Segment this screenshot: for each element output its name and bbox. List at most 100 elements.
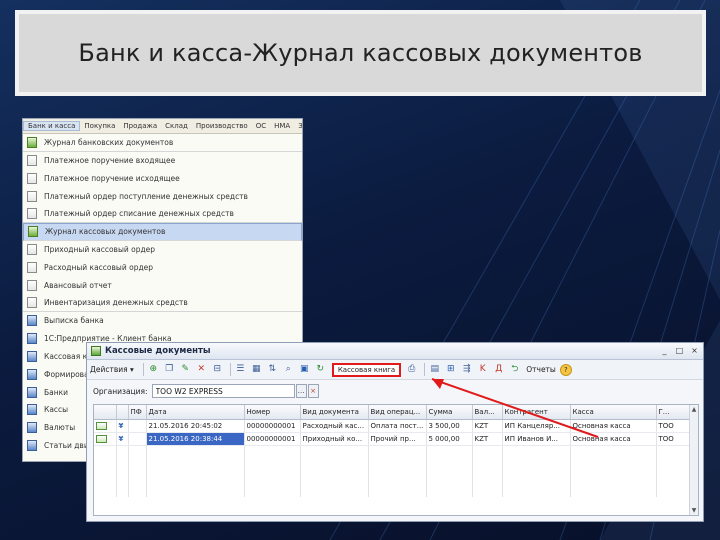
empty-cell [146,458,245,471]
menu-item[interactable]: Платежное поручение исходящее [23,170,302,188]
menubar-item[interactable]: Банк и касса [23,121,81,131]
movements-icon[interactable]: ⇶ [460,363,473,376]
help-icon[interactable]: ? [559,363,572,376]
column-header[interactable] [94,405,117,420]
menu-item-label: Расходный кассовый ордер [44,262,154,272]
column-header[interactable]: Дата [146,405,245,420]
menubar-item[interactable]: Продажа [119,122,161,130]
empty-cell [570,445,657,458]
organization-select-button[interactable]: … [295,384,307,398]
menubar-item[interactable]: НМА [270,122,294,130]
column-header[interactable]: Вид документа [300,405,369,420]
post-icon[interactable]: ⊟ [211,363,224,376]
toolbar-separator [229,363,231,376]
table-cell: Основная касса [570,432,657,446]
empty-cell [128,458,147,471]
scroll-down-icon[interactable]: ▼ [690,506,698,515]
add-icon[interactable]: ⊕ [147,363,160,376]
table-cell [128,432,147,446]
table-cell: 3 500,00 [426,419,473,433]
menu-item[interactable]: Платежный ордер списание денежных средст… [23,205,302,223]
column-header[interactable] [116,405,129,420]
column-header[interactable]: Вид операц... [368,405,427,420]
table-cell: KZT [472,432,503,446]
reports-icon[interactable]: ⮌ [508,363,521,376]
cash-documents-window: Кассовые документы _ □ × Действия ▾ ⊕ ❐ … [86,342,704,522]
maximize-button[interactable]: □ [673,346,686,357]
menubar-item[interactable]: Покупка [80,122,119,130]
copy-icon[interactable]: ❐ [163,363,176,376]
empty-cell [116,484,129,497]
edit-icon[interactable]: ✎ [179,363,192,376]
empty-cell [300,484,369,497]
table-cell: 21.05.2016 20:45:02 [146,419,245,433]
structure-subordination-icon[interactable]: ⊞ [444,363,457,376]
actions-menu-button[interactable]: Действия ▾ [90,365,134,374]
table-header-row: ПФ Дата Номер Вид документа Вид операц... Сум… [94,405,691,420]
minimize-button[interactable]: _ [658,346,671,357]
posted-document-icon [94,432,117,446]
menu-item[interactable]: Журнал кассовых документов [23,222,302,241]
scroll-up-icon[interactable]: ▲ [690,405,698,414]
journal-icon[interactable]: ▤ [428,363,441,376]
account-kt-icon[interactable]: K [476,363,489,376]
empty-cell [502,445,571,458]
empty-cell [244,484,301,497]
empty-cell [94,484,117,497]
empty-cell [128,484,147,497]
menu-item[interactable]: Авансовый отчет [23,276,302,294]
empty-row [94,458,691,471]
reports-button[interactable]: Отчеты [526,365,556,374]
table-cell: Оплата пост... [368,419,427,433]
list-icon[interactable]: ☰ [234,363,247,376]
menubar-item[interactable]: Склад [161,122,192,130]
table-cell: ТОО [656,432,691,446]
find-icon[interactable]: ⌕ [282,363,295,376]
column-header[interactable]: ПФ [128,405,147,420]
empty-cell [472,484,503,497]
column-header[interactable]: Касса [570,405,657,420]
menubar-item[interactable]: ОС [252,122,270,130]
print-icon[interactable]: ⎙ [405,363,418,376]
menubar-item[interactable]: Зарплата [294,122,302,130]
column-header[interactable]: Контрагент [502,405,571,420]
account-dt-icon[interactable]: Д [492,363,505,376]
close-button[interactable]: × [688,346,701,357]
menu-item-label: Журнал банковских документов [44,137,174,147]
menubar-item[interactable]: Производство [192,122,252,130]
menu-item[interactable]: Платежное поручение входящее [23,152,302,170]
form-icon [27,368,37,380]
menu-item[interactable]: Выписка банка [23,312,302,330]
menu-item-label: Выписка банка [44,316,104,326]
filter-icon[interactable]: ▦ [250,363,263,376]
refresh-icon[interactable]: ↻ [314,363,327,376]
sort-icon[interactable]: ⇅ [266,363,279,376]
table-cell: 00000000001 [244,432,301,446]
structure-icon[interactable]: ▣ [298,363,311,376]
menu-item[interactable]: Журнал банковских документов [23,134,302,152]
empty-cell [244,471,301,484]
menu-item[interactable]: Платежный ордер поступление денежных сре… [23,187,302,205]
column-header[interactable]: Г... [656,405,691,420]
empty-cell [146,484,245,497]
organization-clear-button[interactable]: × [307,384,319,398]
column-header[interactable]: Вал... [472,405,503,420]
column-header[interactable]: Сумма [426,405,473,420]
table-cell: 5 000,00 [426,432,473,446]
cash-book-button[interactable]: Кассовая книга [331,362,402,377]
organization-field[interactable] [151,384,295,398]
empty-cell [426,484,473,497]
double-chevron-icon: ¥ [118,421,124,430]
table-scrollbar[interactable]: ▲ ▼ [689,405,698,515]
table-cell: Прочий пр... [368,432,427,446]
table-row[interactable]: ¥21.05.2016 20:38:44 00000000001 Приходный… [94,432,691,446]
menu-item[interactable]: Инвентаризация денежных средств [23,294,302,312]
toolbar-separator [424,363,426,376]
posted-document-icon [94,419,117,433]
menu-item[interactable]: Расходный кассовый ордер [23,259,302,277]
delete-icon[interactable]: ✕ [195,363,208,376]
menu-item[interactable]: Приходный кассовый ордер [23,241,302,259]
menu-item-label: Кассы [44,405,69,415]
column-header[interactable]: Номер [244,405,301,420]
table-row[interactable]: ¥21.05.2016 20:45:02 00000000001 Расходный… [94,419,691,433]
